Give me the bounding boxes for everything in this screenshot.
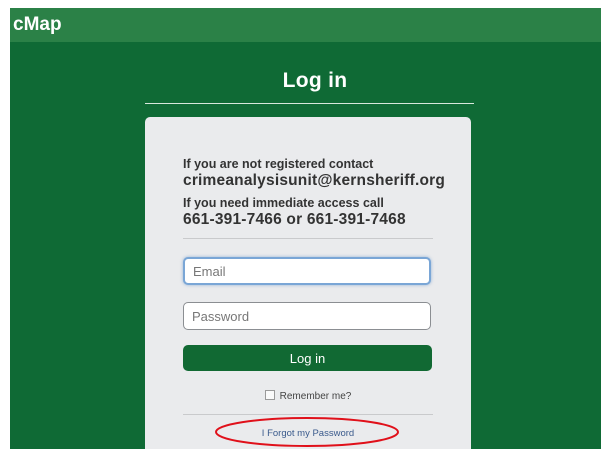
remember-me-label[interactable]: Remember me? bbox=[280, 391, 352, 402]
app-window: cMap Log in If you are not registered co… bbox=[10, 8, 601, 449]
register-notice-text: If you are not registered contact bbox=[183, 157, 374, 171]
register-contact-email: crimeanalysisunit@kernsheriff.org bbox=[183, 172, 446, 189]
remember-me-row: Remember me? bbox=[145, 390, 471, 402]
access-notice-text: If you need immediate access call bbox=[183, 196, 384, 210]
email-field[interactable] bbox=[183, 257, 431, 285]
title-divider bbox=[145, 103, 474, 104]
remember-me-checkbox[interactable] bbox=[264, 390, 275, 400]
password-field[interactable] bbox=[183, 302, 431, 330]
page-title: Log in bbox=[282, 69, 348, 92]
login-button[interactable]: Log in bbox=[183, 345, 432, 371]
notice-divider bbox=[183, 238, 433, 239]
top-navbar: cMap bbox=[10, 8, 601, 42]
forgot-password-link[interactable]: I Forgot my Password bbox=[145, 428, 471, 439]
brand-logo-link[interactable]: cMap bbox=[13, 13, 62, 37]
access-phone-numbers: 661-391-7466 or 661-391-7468 bbox=[183, 211, 406, 228]
login-card: If you are not registered contact crimea… bbox=[145, 117, 471, 449]
footer-divider bbox=[183, 414, 433, 415]
